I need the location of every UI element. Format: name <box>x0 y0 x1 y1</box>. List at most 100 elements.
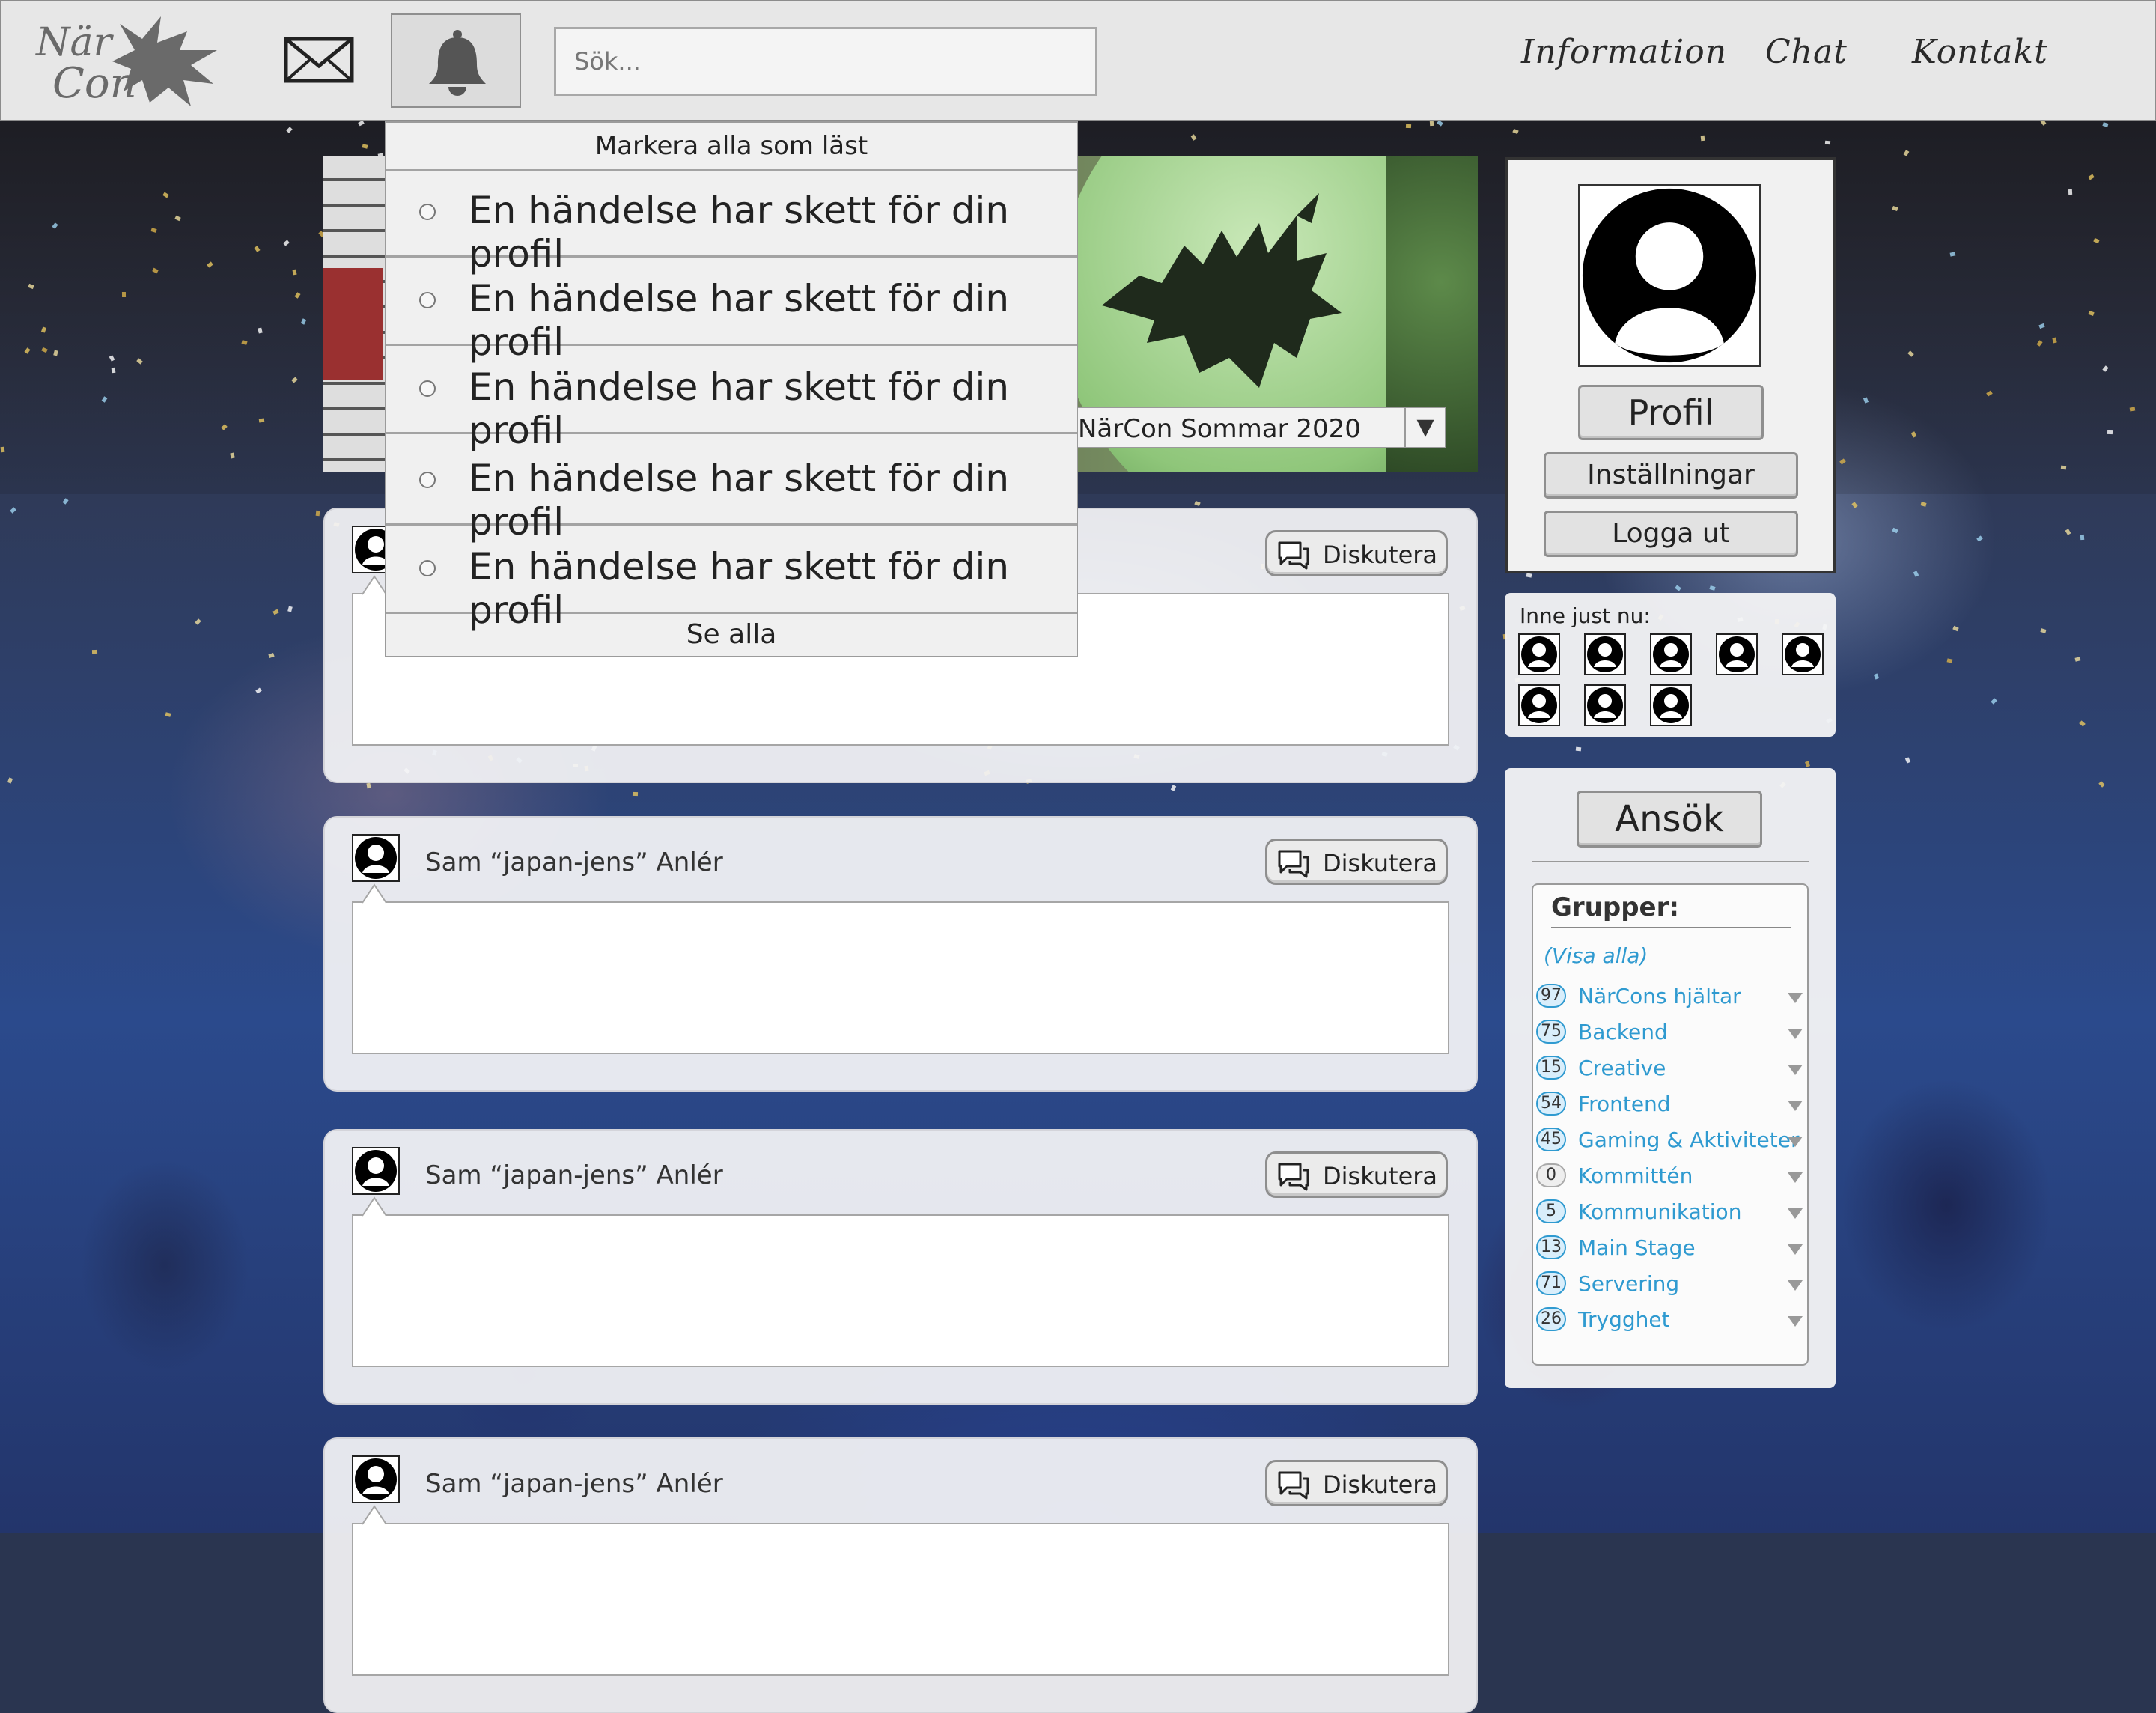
confetti-particle <box>7 777 13 784</box>
discuss-button[interactable]: Diskutera <box>1265 530 1448 576</box>
mail-icon[interactable] <box>283 34 358 87</box>
chat-bubbles-icon <box>1278 850 1309 878</box>
confetti-particle <box>632 791 639 797</box>
group-count-badge: 45 <box>1536 1128 1566 1151</box>
see-all-notifications-link[interactable]: Se alla <box>386 614 1077 656</box>
group-item[interactable]: 0 Kommittén <box>1536 1162 1806 1192</box>
group-count-badge: 97 <box>1536 984 1566 1008</box>
unread-dot-icon <box>419 204 436 220</box>
confetti-particle <box>1405 124 1412 129</box>
chevron-down-icon[interactable] <box>1788 1137 1803 1147</box>
post-card: Sam “japan-jens” Anlér Diskutera <box>323 1437 1478 1713</box>
confetti-particle <box>2074 657 2081 662</box>
chat-bubbles-icon <box>1278 1163 1309 1191</box>
group-item[interactable]: 5 Kommunikation <box>1536 1198 1806 1228</box>
notifications-button[interactable] <box>391 13 521 108</box>
profile-button[interactable]: Profil <box>1578 385 1764 440</box>
group-name: Servering <box>1578 1271 1680 1296</box>
confetti-particle <box>255 687 262 694</box>
group-name: Frontend <box>1578 1092 1671 1116</box>
chevron-down-icon: ▼ <box>1404 408 1445 447</box>
confetti-particle <box>2065 529 2071 535</box>
online-user-avatar[interactable] <box>1716 633 1758 675</box>
confetti-particle <box>10 507 16 514</box>
group-item[interactable]: 15 Creative <box>1536 1054 1806 1084</box>
group-item[interactable]: 71 Servering <box>1536 1270 1806 1300</box>
discuss-label: Diskutera <box>1323 849 1438 877</box>
discuss-button[interactable]: Diskutera <box>1265 1151 1448 1198</box>
settings-button[interactable]: Inställningar <box>1544 452 1798 499</box>
unread-dot-icon <box>419 472 436 488</box>
banner-building-detail <box>323 268 383 380</box>
confetti-particle <box>2098 781 2105 788</box>
discuss-button[interactable]: Diskutera <box>1265 839 1448 885</box>
online-user-avatar[interactable] <box>1584 633 1626 675</box>
nav-link-chat[interactable]: Chat <box>1765 33 1848 71</box>
chevron-down-icon[interactable] <box>1788 993 1803 1003</box>
chevron-down-icon[interactable] <box>1788 1029 1803 1039</box>
notification-item[interactable]: En händelse har skett för din profil <box>386 258 1077 364</box>
chevron-down-icon[interactable] <box>1788 1208 1803 1219</box>
groups-panel: Ansök Grupper: (Visa alla) 97 NärCons hjä… <box>1505 768 1836 1388</box>
chevron-down-icon[interactable] <box>1788 1065 1803 1075</box>
post-body <box>352 1214 1449 1367</box>
notification-item[interactable]: En händelse har skett för din profil <box>386 526 1077 632</box>
group-item[interactable]: 75 Backend <box>1536 1018 1806 1048</box>
unread-dot-icon <box>419 292 436 308</box>
post-author[interactable]: Sam “japan-jens” Anlér <box>425 848 723 877</box>
chat-bubbles-icon <box>1278 541 1309 570</box>
online-user-avatar[interactable] <box>1650 633 1692 675</box>
chat-bubbles-icon <box>1278 1471 1309 1500</box>
avatar <box>352 1147 400 1195</box>
confetti-particle <box>1709 585 1716 591</box>
chevron-down-icon[interactable] <box>1788 1280 1803 1291</box>
group-item[interactable]: 97 NärCons hjältar <box>1536 982 1806 1012</box>
group-name: Main Stage <box>1578 1235 1696 1260</box>
online-users-panel: Inne just nu: <box>1505 593 1836 737</box>
group-item[interactable]: 26 Trygghet <box>1536 1306 1806 1336</box>
confetti-particle <box>62 498 69 505</box>
online-user-avatar[interactable] <box>1650 684 1692 726</box>
online-user-avatar[interactable] <box>1584 684 1626 726</box>
notification-item[interactable]: En händelse har skett för din profil <box>386 346 1077 452</box>
event-select-value: NärCon Sommar 2020 <box>1078 414 1361 444</box>
chevron-down-icon[interactable] <box>1788 1244 1803 1255</box>
svg-text:Con: Con <box>52 59 137 108</box>
online-user-avatar[interactable] <box>1518 633 1560 675</box>
confetti-particle <box>1892 527 1898 534</box>
confetti-particle <box>2107 430 2113 435</box>
chevron-down-icon[interactable] <box>1788 1316 1803 1327</box>
profile-avatar[interactable] <box>1578 184 1761 367</box>
online-user-avatar[interactable] <box>1782 633 1824 675</box>
group-name: Backend <box>1578 1020 1668 1044</box>
discuss-button[interactable]: Diskutera <box>1265 1460 1448 1506</box>
event-select[interactable]: NärCon Sommar 2020 ▼ <box>1072 407 1446 448</box>
chevron-down-icon[interactable] <box>1788 1172 1803 1183</box>
group-item[interactable]: 45 Gaming & Aktiviteter <box>1536 1126 1806 1156</box>
nav-link-information[interactable]: Information <box>1521 33 1727 71</box>
post-card: Sam “japan-jens” Anlér Diskutera <box>323 1129 1478 1405</box>
divider <box>1532 861 1809 862</box>
notification-item[interactable]: En händelse har skett för din profil <box>386 437 1077 544</box>
notification-item[interactable]: En händelse har skett för din profil <box>386 169 1077 276</box>
logout-button[interactable]: Logga ut <box>1544 511 1798 557</box>
mark-all-read-button[interactable]: Markera alla som läst <box>386 123 1077 171</box>
chevron-down-icon[interactable] <box>1788 1101 1803 1111</box>
post-author[interactable]: Sam “japan-jens” Anlér <box>425 1469 723 1499</box>
search-input[interactable] <box>554 27 1097 96</box>
online-user-avatar[interactable] <box>1518 684 1560 726</box>
group-item[interactable]: 13 Main Stage <box>1536 1234 1806 1264</box>
nav-link-kontakt[interactable]: Kontakt <box>1912 33 2048 71</box>
narcon-logo[interactable]: När Con <box>30 9 225 114</box>
avatar <box>352 1455 400 1503</box>
group-item[interactable]: 54 Frontend <box>1536 1090 1806 1120</box>
apply-button[interactable]: Ansök <box>1577 791 1762 848</box>
discuss-label: Diskutera <box>1323 541 1438 569</box>
confetti-particle <box>1991 698 1997 705</box>
discuss-label: Diskutera <box>1323 1162 1438 1190</box>
confetti-particle <box>1976 535 1983 542</box>
post-author[interactable]: Sam “japan-jens” Anlér <box>425 1160 723 1190</box>
confetti-particle <box>1805 761 1810 767</box>
confetti-particle <box>1952 625 1959 632</box>
view-all-groups-link[interactable]: (Visa alla) <box>1544 943 1648 968</box>
